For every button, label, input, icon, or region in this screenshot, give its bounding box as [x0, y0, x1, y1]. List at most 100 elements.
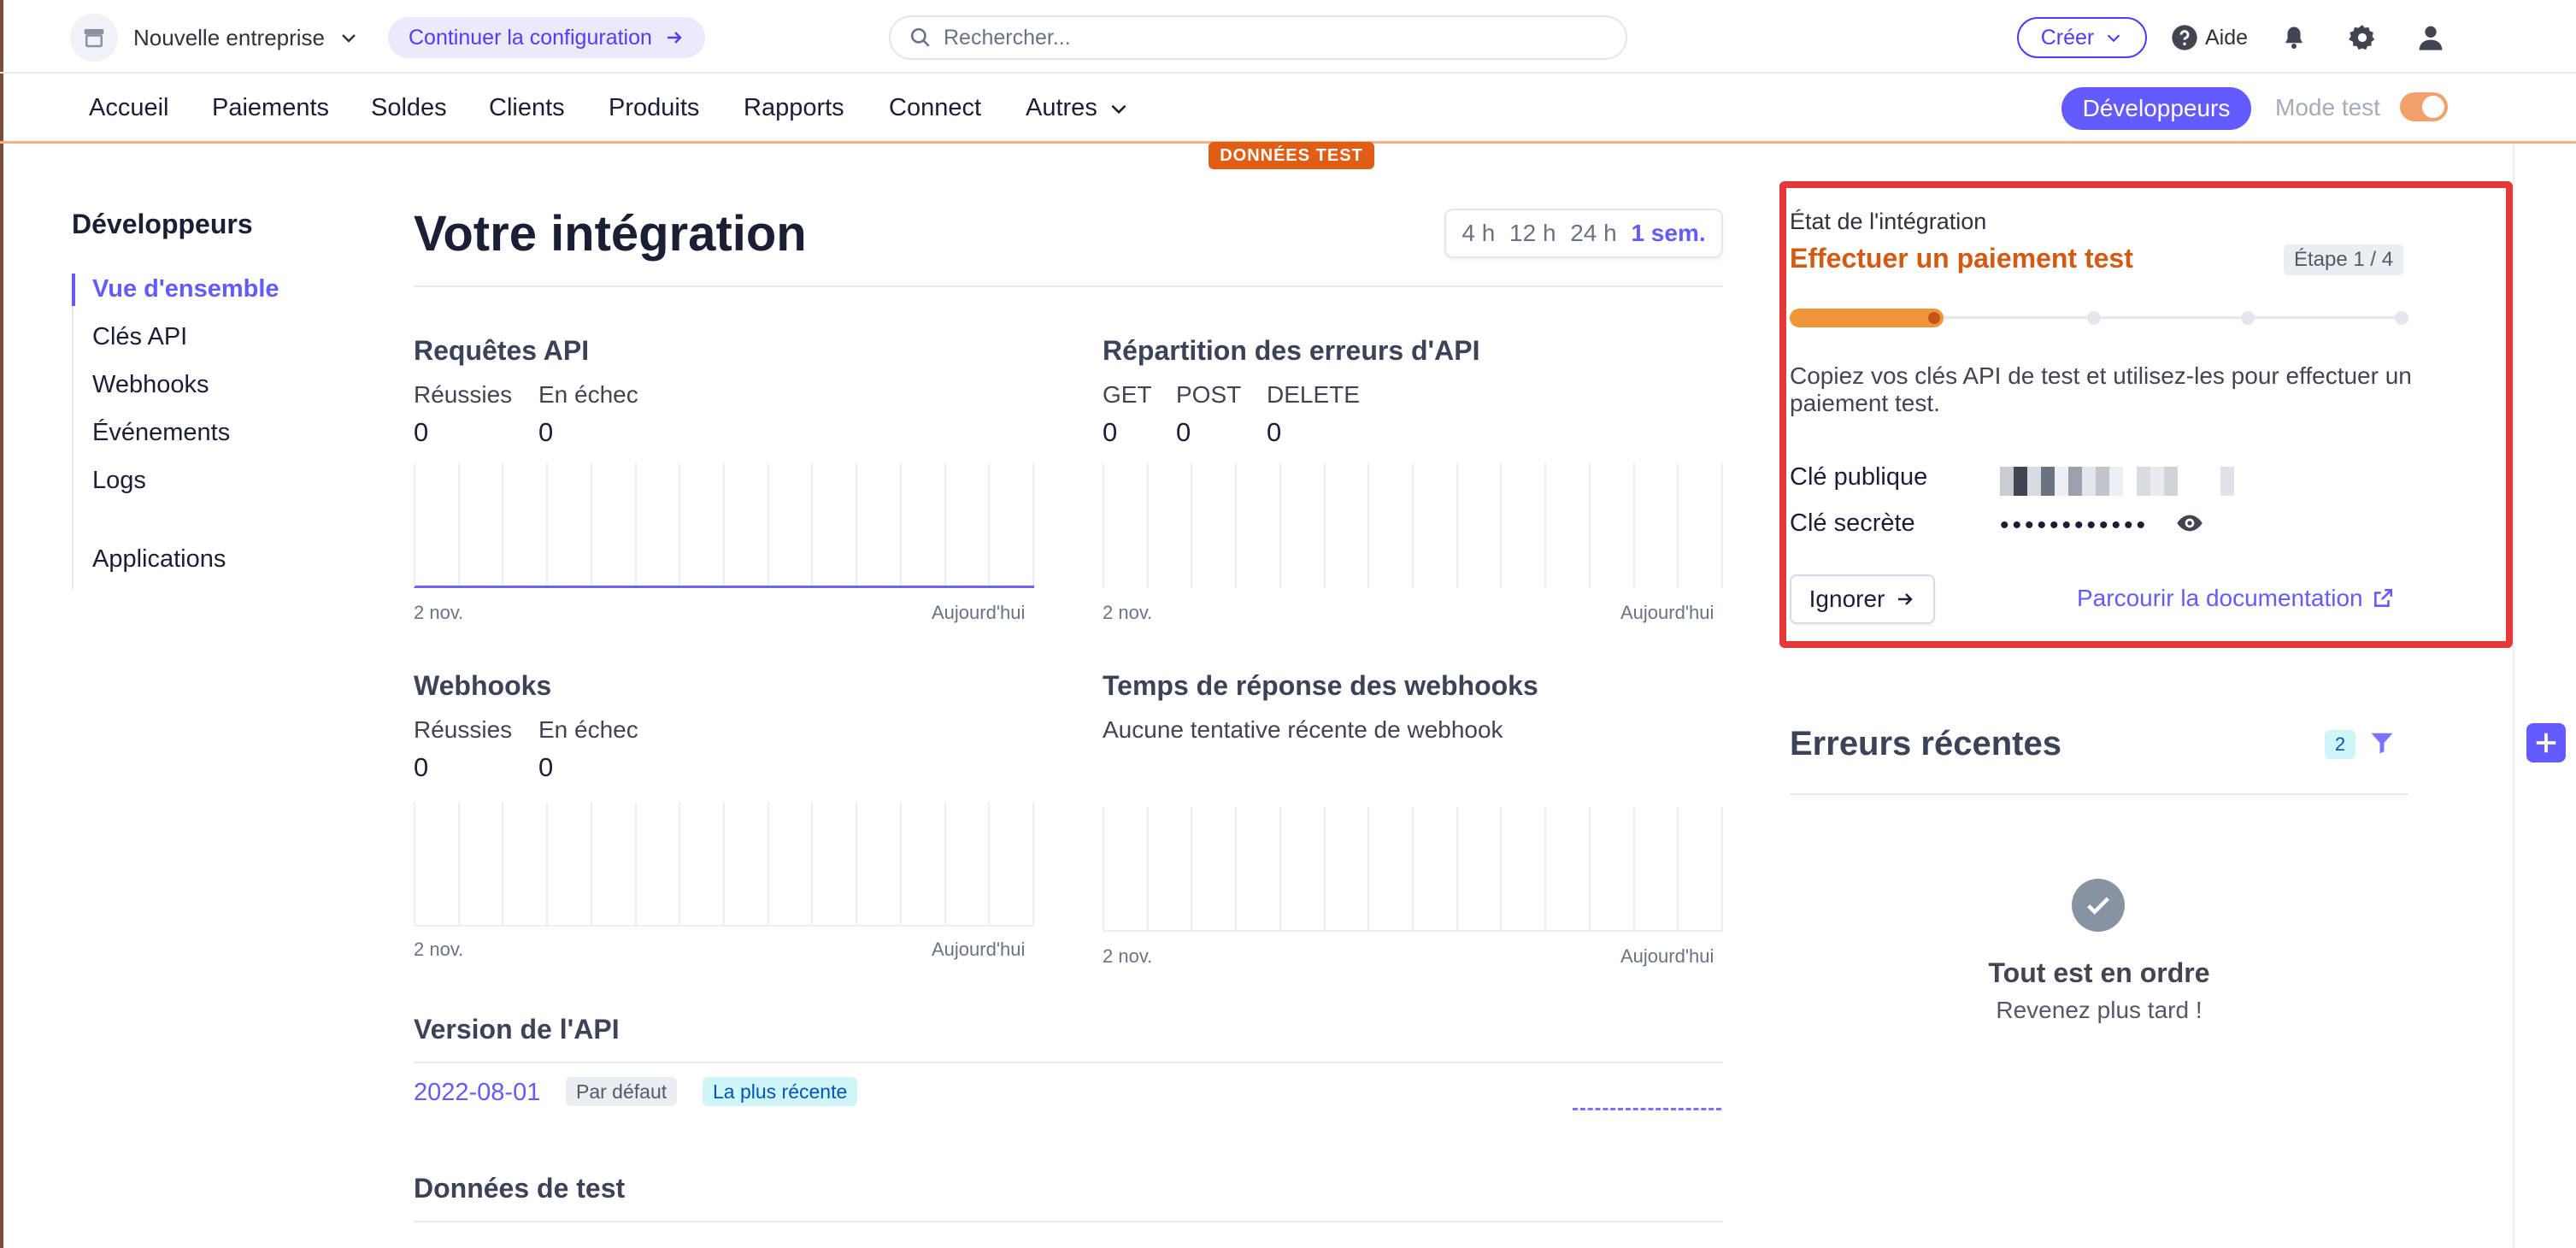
api-requests-chart — [414, 463, 1034, 588]
create-button[interactable]: Créer — [2017, 17, 2147, 58]
secret-key-value[interactable]: •••••••••••• — [2000, 511, 2149, 540]
sidebar-item-logs[interactable]: Logs — [92, 467, 146, 495]
test-mode-toggle[interactable] — [2400, 92, 2448, 121]
chart-gridline — [591, 802, 592, 925]
range-4h[interactable]: 4 h — [1461, 220, 1495, 247]
webhook-response-title[interactable]: Temps de réponse des webhooks — [1103, 670, 1538, 702]
progress-fill — [1790, 309, 1944, 327]
bell-icon[interactable] — [2277, 21, 2311, 55]
chart-gridline — [768, 463, 769, 586]
chart-gridline — [1324, 463, 1326, 588]
chart-gridline — [546, 463, 548, 586]
webhooks-chart — [414, 802, 1034, 927]
nav-item-accueil[interactable]: Accueil — [89, 94, 169, 122]
sidebar-rail — [72, 306, 74, 590]
integration-description: Copiez vos clés API de test et utilisez-… — [1790, 362, 2412, 416]
user-icon[interactable] — [2414, 21, 2448, 55]
continue-setup-button[interactable]: Continuer la configuration — [388, 17, 705, 58]
masked-pixel — [2055, 467, 2068, 496]
test-data-title: Données de test — [414, 1173, 626, 1204]
search-icon — [910, 27, 930, 47]
create-label: Créer — [2040, 25, 2095, 50]
api-errors-axis-start: 2 nov. — [1103, 602, 1153, 623]
chart-gridline — [1677, 807, 1679, 930]
nav-item-clients[interactable]: Clients — [489, 94, 565, 122]
nav-item-rapports[interactable]: Rapports — [744, 94, 844, 122]
chart-gridline — [1235, 807, 1237, 930]
arrow-right-icon — [1898, 593, 1914, 605]
chart-gridline — [502, 463, 503, 586]
webhooks-failed-value: 0 — [538, 752, 554, 782]
webhooks-title[interactable]: Webhooks — [414, 670, 551, 702]
masked-pixel — [2027, 467, 2041, 496]
store-icon — [70, 14, 118, 62]
ignore-button[interactable]: Ignorer — [1790, 574, 1935, 624]
chart-gridline — [679, 463, 680, 586]
sidebar-item-events[interactable]: Événements — [92, 419, 230, 447]
api-version-link[interactable]: 2022-08-01 — [414, 1079, 540, 1107]
nav-item-produits[interactable]: Produits — [609, 94, 699, 122]
sidebar-item-overview[interactable]: Vue d'ensemble — [92, 275, 279, 303]
test-mode-label: Mode test — [2275, 94, 2380, 121]
chart-gridline — [1721, 807, 1723, 930]
sidebar-title: Développeurs — [72, 209, 253, 239]
range-12h[interactable]: 12 h — [1509, 220, 1556, 247]
api-requests-title[interactable]: Requêtes API — [414, 335, 589, 367]
test-data-badge: DONNÉES TEST — [1209, 142, 1374, 169]
eye-icon[interactable] — [2174, 509, 2205, 537]
help-button[interactable]: Aide — [2171, 21, 2248, 55]
sidebar-item-api-keys[interactable]: Clés API — [92, 323, 187, 351]
gear-icon[interactable] — [2345, 21, 2379, 55]
webhooks-success-value: 0 — [414, 752, 429, 782]
api-requests-failed-value: 0 — [538, 417, 554, 447]
search-placeholder: Rechercher... — [944, 25, 1071, 50]
nav-item-paiements[interactable]: Paiements — [212, 94, 329, 122]
recent-errors-divider — [1790, 793, 2408, 795]
default-badge: Par défaut — [566, 1077, 678, 1106]
chart-gridline — [1324, 807, 1326, 930]
api-errors-post-value: 0 — [1176, 417, 1191, 447]
plus-icon[interactable] — [2526, 723, 2566, 762]
account-switcher[interactable]: Nouvelle entreprise — [70, 14, 359, 62]
chart-gridline — [1412, 463, 1414, 588]
upgrade-link-placeholder[interactable] — [1573, 1108, 1721, 1110]
masked-pixel — [2109, 467, 2123, 496]
sidebar-item-webhooks[interactable]: Webhooks — [92, 371, 209, 399]
webhooks-axis-end: Aujourd'hui — [932, 939, 1026, 960]
webhooks-failed-label: En échec — [538, 716, 638, 743]
api-errors-delete-label: DELETE — [1267, 381, 1360, 408]
progress-step-4 — [2395, 311, 2408, 325]
api-errors-title[interactable]: Répartition des erreurs d'API — [1103, 335, 1480, 367]
chart-gridline — [1544, 463, 1546, 588]
masked-pixel — [2164, 467, 2178, 496]
chart-gridline — [546, 802, 548, 925]
sidebar-item-applications[interactable]: Applications — [92, 545, 226, 574]
chart-gridline — [1412, 807, 1414, 930]
filter-icon[interactable] — [2369, 728, 2395, 757]
chart-gridline — [1147, 807, 1149, 930]
nav-item-soldes[interactable]: Soldes — [371, 94, 447, 122]
range-1-week[interactable]: 1 sem. — [1631, 220, 1705, 247]
range-24h[interactable]: 24 h — [1570, 220, 1617, 247]
search-input[interactable]: Rechercher... — [889, 15, 1627, 60]
all-good-subtitle: Revenez plus tard ! — [1996, 997, 2203, 1023]
nav-item-autres[interactable]: Autres — [1026, 94, 1130, 122]
masked-pixel — [2220, 467, 2234, 496]
masked-pixel — [2014, 467, 2027, 496]
webhook-response-axis-end: Aujourd'hui — [1620, 945, 1714, 967]
masked-pixel — [2137, 467, 2150, 496]
progress-step-3 — [2241, 311, 2255, 325]
chart-gridline — [900, 463, 902, 586]
nav-item-connect[interactable]: Connect — [889, 94, 981, 122]
api-version-divider — [414, 1062, 1723, 1063]
arrow-right-icon — [667, 32, 682, 44]
api-errors-chart — [1103, 463, 1723, 588]
developers-button[interactable]: Développeurs — [2061, 87, 2251, 130]
chart-gridline — [723, 463, 725, 586]
browse-docs-link[interactable]: Parcourir la documentation — [2077, 585, 2394, 612]
api-errors-get-label: GET — [1103, 381, 1152, 408]
chart-gridline — [1032, 802, 1034, 925]
nav-item-autres-label: Autres — [1026, 94, 1097, 121]
chart-gridline — [723, 802, 725, 925]
chart-gridline — [635, 463, 637, 586]
